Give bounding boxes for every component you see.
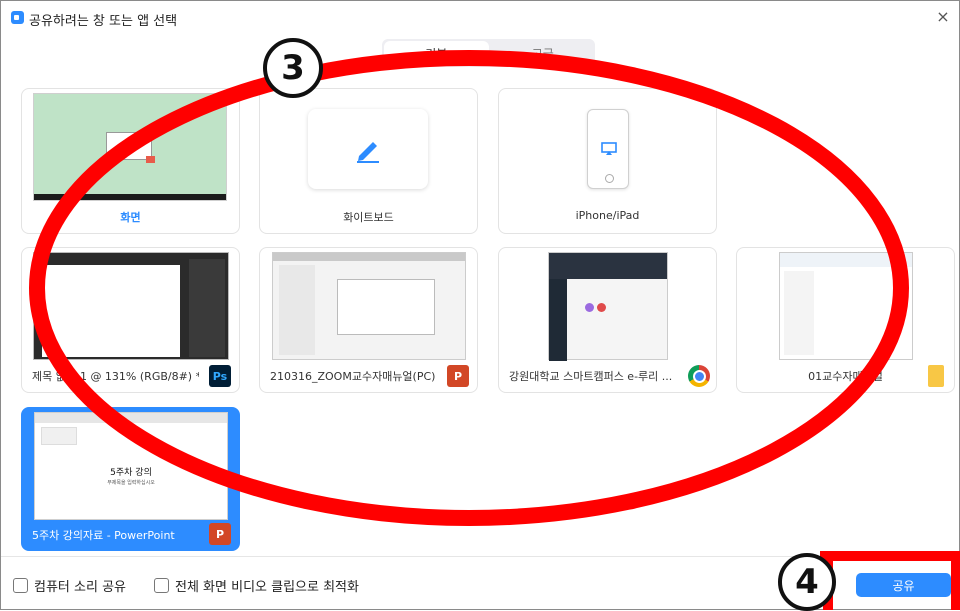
close-icon[interactable]: × [933,7,953,27]
tile-label: iPhone/iPad [575,209,640,222]
window-thumbnail [779,252,913,360]
powerpoint-icon: P [209,523,231,545]
whiteboard-thumbnail [308,109,428,189]
tile-label: 210316_ZOOM교수자매뉴얼(PC) ... [270,370,437,383]
checkbox-label: 컴퓨터 소리 공유 [34,580,126,595]
tile-label: 01교수자매뉴얼 [808,370,883,383]
window-thumbnail: 5주차 강의 부제목을 입력하십시오 [34,412,228,520]
window-thumbnail [272,252,466,360]
tab-advanced[interactable]: 고급 [491,39,596,67]
slide-subtitle: 부제목을 입력하십시오 [107,480,155,486]
share-tile-photoshop[interactable]: 제목 없음-1 @ 131% (RGB/8#) * Ps [21,247,240,393]
tile-label: 화이트보드 [343,211,394,224]
tile-label: 제목 없음-1 @ 131% (RGB/8#) * [32,370,199,383]
photoshop-icon: Ps [209,365,231,387]
chrome-icon [688,365,710,387]
pencil-icon [357,142,379,163]
slide-title: 5주차 강의 [110,468,152,478]
share-tile-iphone[interactable]: iPhone/iPad [498,88,717,234]
powerpoint-icon: P [447,365,469,387]
annotation-step-4: 4 [778,553,836,611]
tab-basic[interactable]: 기본 [384,41,489,65]
share-tile-ppt-lecture[interactable]: 5주차 강의 부제목을 입력하십시오 5주차 강의자료 - PowerPoint… [21,407,240,551]
dialog-title: 공유하려는 창 또는 앱 선택 [29,14,178,29]
share-tile-chrome[interactable]: 강원대학교 스마트캠퍼스 e-루리 ... [498,247,717,393]
phone-thumbnail [587,109,629,189]
window-thumbnail [33,252,229,360]
share-computer-sound-checkbox[interactable]: 컴퓨터 소리 공유 [13,576,126,595]
tab-bar: 기본 고급 [382,39,595,67]
annotation-step-3: 3 [263,38,323,98]
share-tile-ppt-manual[interactable]: 210316_ZOOM교수자매뉴얼(PC) ... P [259,247,478,393]
share-tile-explorer[interactable]: 01교수자매뉴얼 [736,247,955,393]
screen-thumbnail [33,93,227,201]
title-bar: 공유하려는 창 또는 앱 선택 × [1,1,959,35]
airplay-icon [601,142,617,155]
checkbox-icon [13,578,28,593]
zoom-icon [11,11,24,24]
tile-label: 강원대학교 스마트캠퍼스 e-루리 ... [509,370,673,383]
share-button[interactable]: 공유 [856,573,951,597]
optimize-video-checkbox[interactable]: 전체 화면 비디오 클립으로 최적화 [154,576,359,595]
share-tile-screen[interactable]: 화면 [21,88,240,234]
window-thumbnail [548,252,668,361]
checkbox-label: 전체 화면 비디오 클립으로 최적화 [175,580,359,595]
checkbox-icon [154,578,169,593]
share-screen-dialog: 공유하려는 창 또는 앱 선택 × 기본 고급 화면 화이트보드 iPhone/… [0,0,960,610]
share-tile-whiteboard[interactable]: 화이트보드 [259,88,478,234]
tile-label: 5주차 강의자료 - PowerPoint [32,529,175,542]
tile-label: 화면 [120,211,141,224]
folder-icon [928,365,944,387]
